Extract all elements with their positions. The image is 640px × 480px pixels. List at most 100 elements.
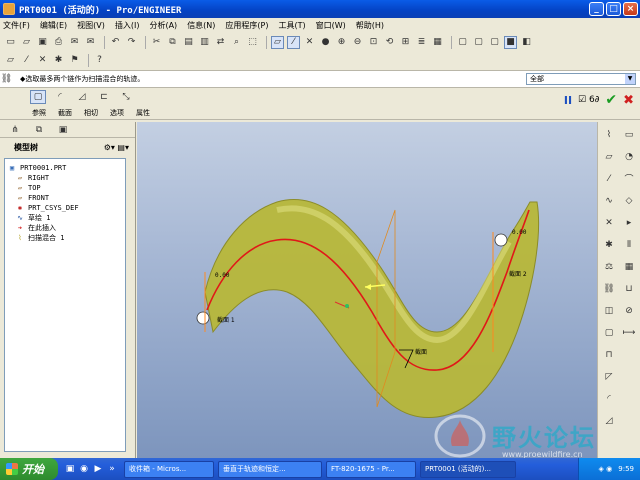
undo-icon[interactable]: ↶ xyxy=(109,36,122,49)
menu-analysis[interactable]: 分析(A) xyxy=(149,20,177,31)
wireframe-icon[interactable]: ▢ xyxy=(456,36,469,49)
more-quick-launch-icon[interactable]: » xyxy=(106,463,118,476)
paste-icon[interactable]: ▤ xyxy=(182,36,195,49)
draft-tool-icon[interactable]: ◸ xyxy=(602,370,616,383)
maximize-button[interactable]: □ xyxy=(606,2,621,16)
favorites-tab-icon[interactable]: ▣ xyxy=(56,124,70,136)
more-tools-icon[interactable]: ▸ xyxy=(622,216,636,229)
tree-settings-icon[interactable]: ⚙▾ xyxy=(104,143,115,152)
surface-option-icon[interactable]: ◜ xyxy=(52,90,68,104)
graphics-viewport[interactable]: 0.00 0.00 截面 1 截面 2 截面 xyxy=(137,122,597,458)
extend-tool-icon[interactable]: ⟼ xyxy=(622,326,636,339)
taskbar-task-proe-active[interactable]: PRT0001 (活动的)... xyxy=(420,460,516,478)
csys-tool-icon[interactable]: ✱ xyxy=(52,54,65,67)
plane-tool-icon[interactable]: ▱ xyxy=(602,150,616,163)
extrude-tool-icon[interactable]: ▭ xyxy=(622,128,636,141)
cancel-button[interactable]: ✖ xyxy=(623,93,634,108)
tree-item-insert-here[interactable]: ➔ 在此插入 xyxy=(7,223,123,233)
new-file-icon[interactable]: ▭ xyxy=(4,36,17,49)
pattern-tool-icon[interactable]: ▦ xyxy=(622,260,636,273)
flip-icon[interactable]: ⤡ xyxy=(118,90,134,104)
open-file-icon[interactable]: ▱ xyxy=(20,36,33,49)
menu-view[interactable]: 视图(V) xyxy=(77,20,105,31)
menu-applications[interactable]: 应用程序(P) xyxy=(225,20,268,31)
print-icon[interactable]: ⎙ xyxy=(52,36,65,49)
chain-tool-icon[interactable]: ⛓ xyxy=(602,282,616,295)
trim-tool-icon[interactable]: ⊘ xyxy=(622,304,636,317)
tree-item-right[interactable]: ▱ RIGHT xyxy=(7,173,123,183)
menu-file[interactable]: 文件(F) xyxy=(3,20,30,31)
enhanced-realism-icon[interactable]: ◧ xyxy=(520,36,533,49)
sketch-tool-icon[interactable]: ⌇ xyxy=(602,128,616,141)
tree-item-front[interactable]: ▱ FRONT xyxy=(7,193,123,203)
send-link-icon[interactable]: ✉ xyxy=(84,36,97,49)
tree-show-icon[interactable]: ▤▾ xyxy=(117,143,129,152)
regenerate-icon[interactable]: ⇄ xyxy=(214,36,227,49)
curve-tool-icon[interactable]: ∿ xyxy=(602,194,616,207)
section-end-marker[interactable] xyxy=(494,233,508,247)
rib-tool-icon[interactable]: ⊓ xyxy=(602,348,616,361)
model-tree-tab-icon[interactable]: ⋔ xyxy=(8,124,22,136)
shell-tool-icon[interactable]: ▢ xyxy=(602,326,616,339)
show-desktop-icon[interactable]: ▣ xyxy=(64,463,76,476)
saved-views-icon[interactable]: ⊞ xyxy=(399,36,412,49)
chevron-down-icon[interactable]: ▼ xyxy=(625,74,635,84)
taskbar-task-proe-ft[interactable]: FT-820-1675 - Pr... xyxy=(326,460,416,478)
menu-info[interactable]: 信息(N) xyxy=(187,20,215,31)
sweep-tool-icon[interactable]: ⌒ xyxy=(622,172,636,185)
tab-properties[interactable]: 属性 xyxy=(136,108,150,118)
tree-item-part[interactable]: ▣ PRT0001.PRT xyxy=(7,163,123,173)
preview-toggle[interactable]: ☑ 6∂ xyxy=(578,95,599,105)
hole-tool-icon[interactable]: ◫ xyxy=(602,304,616,317)
mirror-tool-icon[interactable]: ⫴ xyxy=(622,238,636,251)
datum-plane-tool-icon[interactable]: ▱ xyxy=(4,54,17,67)
shading-icon[interactable]: ● xyxy=(319,36,332,49)
shaded-icon[interactable]: ■ xyxy=(504,35,517,49)
taskbar-task-article[interactable]: 垂直于轨迹和恒定... xyxy=(218,460,322,478)
tab-references[interactable]: 参照 xyxy=(32,108,46,118)
annotation-tool-icon[interactable]: ⚑ xyxy=(68,54,81,67)
csys-tool-icon[interactable]: ✱ xyxy=(602,238,616,251)
close-button[interactable]: × xyxy=(623,2,638,16)
merge-tool-icon[interactable]: ⊔ xyxy=(622,282,636,295)
menu-edit[interactable]: 编辑(E) xyxy=(40,20,67,31)
find-icon[interactable]: ⌕ xyxy=(230,36,243,49)
media-icon[interactable]: ▶ xyxy=(92,463,104,476)
datum-point-display-icon[interactable]: ✕ xyxy=(303,36,316,49)
point-tool-icon[interactable]: ✕ xyxy=(602,216,616,229)
menu-help[interactable]: 帮助(H) xyxy=(356,20,384,31)
browser-icon[interactable]: ◉ xyxy=(78,463,90,476)
thicken-icon[interactable]: ⊏ xyxy=(96,90,112,104)
tree-item-csys[interactable]: ✱ PRT_CSYS_DEF xyxy=(7,203,123,213)
revolve-tool-icon[interactable]: ◔ xyxy=(622,150,636,163)
redo-icon[interactable]: ↷ xyxy=(125,36,138,49)
tree-item-swept-blend[interactable]: ⌇ 扫描混合 1 xyxy=(7,233,123,243)
copy-icon[interactable]: ⧉ xyxy=(166,36,179,49)
zoom-in-icon[interactable]: ⊕ xyxy=(335,36,348,49)
tab-options[interactable]: 选项 xyxy=(110,108,124,118)
menu-insert[interactable]: 插入(I) xyxy=(115,20,140,31)
round-tool-icon[interactable]: ◜ xyxy=(602,392,616,405)
send-mail-icon[interactable]: ✉ xyxy=(68,36,81,49)
section-start-marker[interactable] xyxy=(196,311,210,325)
save-icon[interactable]: ▣ xyxy=(36,36,49,49)
selection-filter[interactable]: 全部 ▼ xyxy=(526,73,636,85)
remove-material-icon[interactable]: ◿ xyxy=(74,90,90,104)
pause-button[interactable]: II xyxy=(564,94,572,107)
datum-axis-display-icon[interactable]: ⁄ xyxy=(287,35,300,49)
hidden-line-icon[interactable]: ▢ xyxy=(472,36,485,49)
paste-special-icon[interactable]: ▥ xyxy=(198,36,211,49)
tree-item-sketch[interactable]: ∿ 草绘 1 xyxy=(7,213,123,223)
tray-icons[interactable]: ◈ ◉ xyxy=(599,465,613,473)
analysis-tool-icon[interactable]: ⚖ xyxy=(602,260,616,273)
datum-point-tool-icon[interactable]: ✕ xyxy=(36,54,49,67)
tree-item-top[interactable]: ▱ TOP xyxy=(7,183,123,193)
solid-option-icon[interactable]: ▢ xyxy=(30,90,46,104)
folder-browser-tab-icon[interactable]: ⧉ xyxy=(32,124,46,136)
no-hidden-icon[interactable]: ▢ xyxy=(488,36,501,49)
cut-icon[interactable]: ✂ xyxy=(150,36,163,49)
refit-icon[interactable]: ⊡ xyxy=(367,36,380,49)
minimize-button[interactable]: _ xyxy=(589,2,604,16)
tab-sections[interactable]: 截面 xyxy=(58,108,72,118)
axis-tool-icon[interactable]: ⁄ xyxy=(602,172,616,185)
